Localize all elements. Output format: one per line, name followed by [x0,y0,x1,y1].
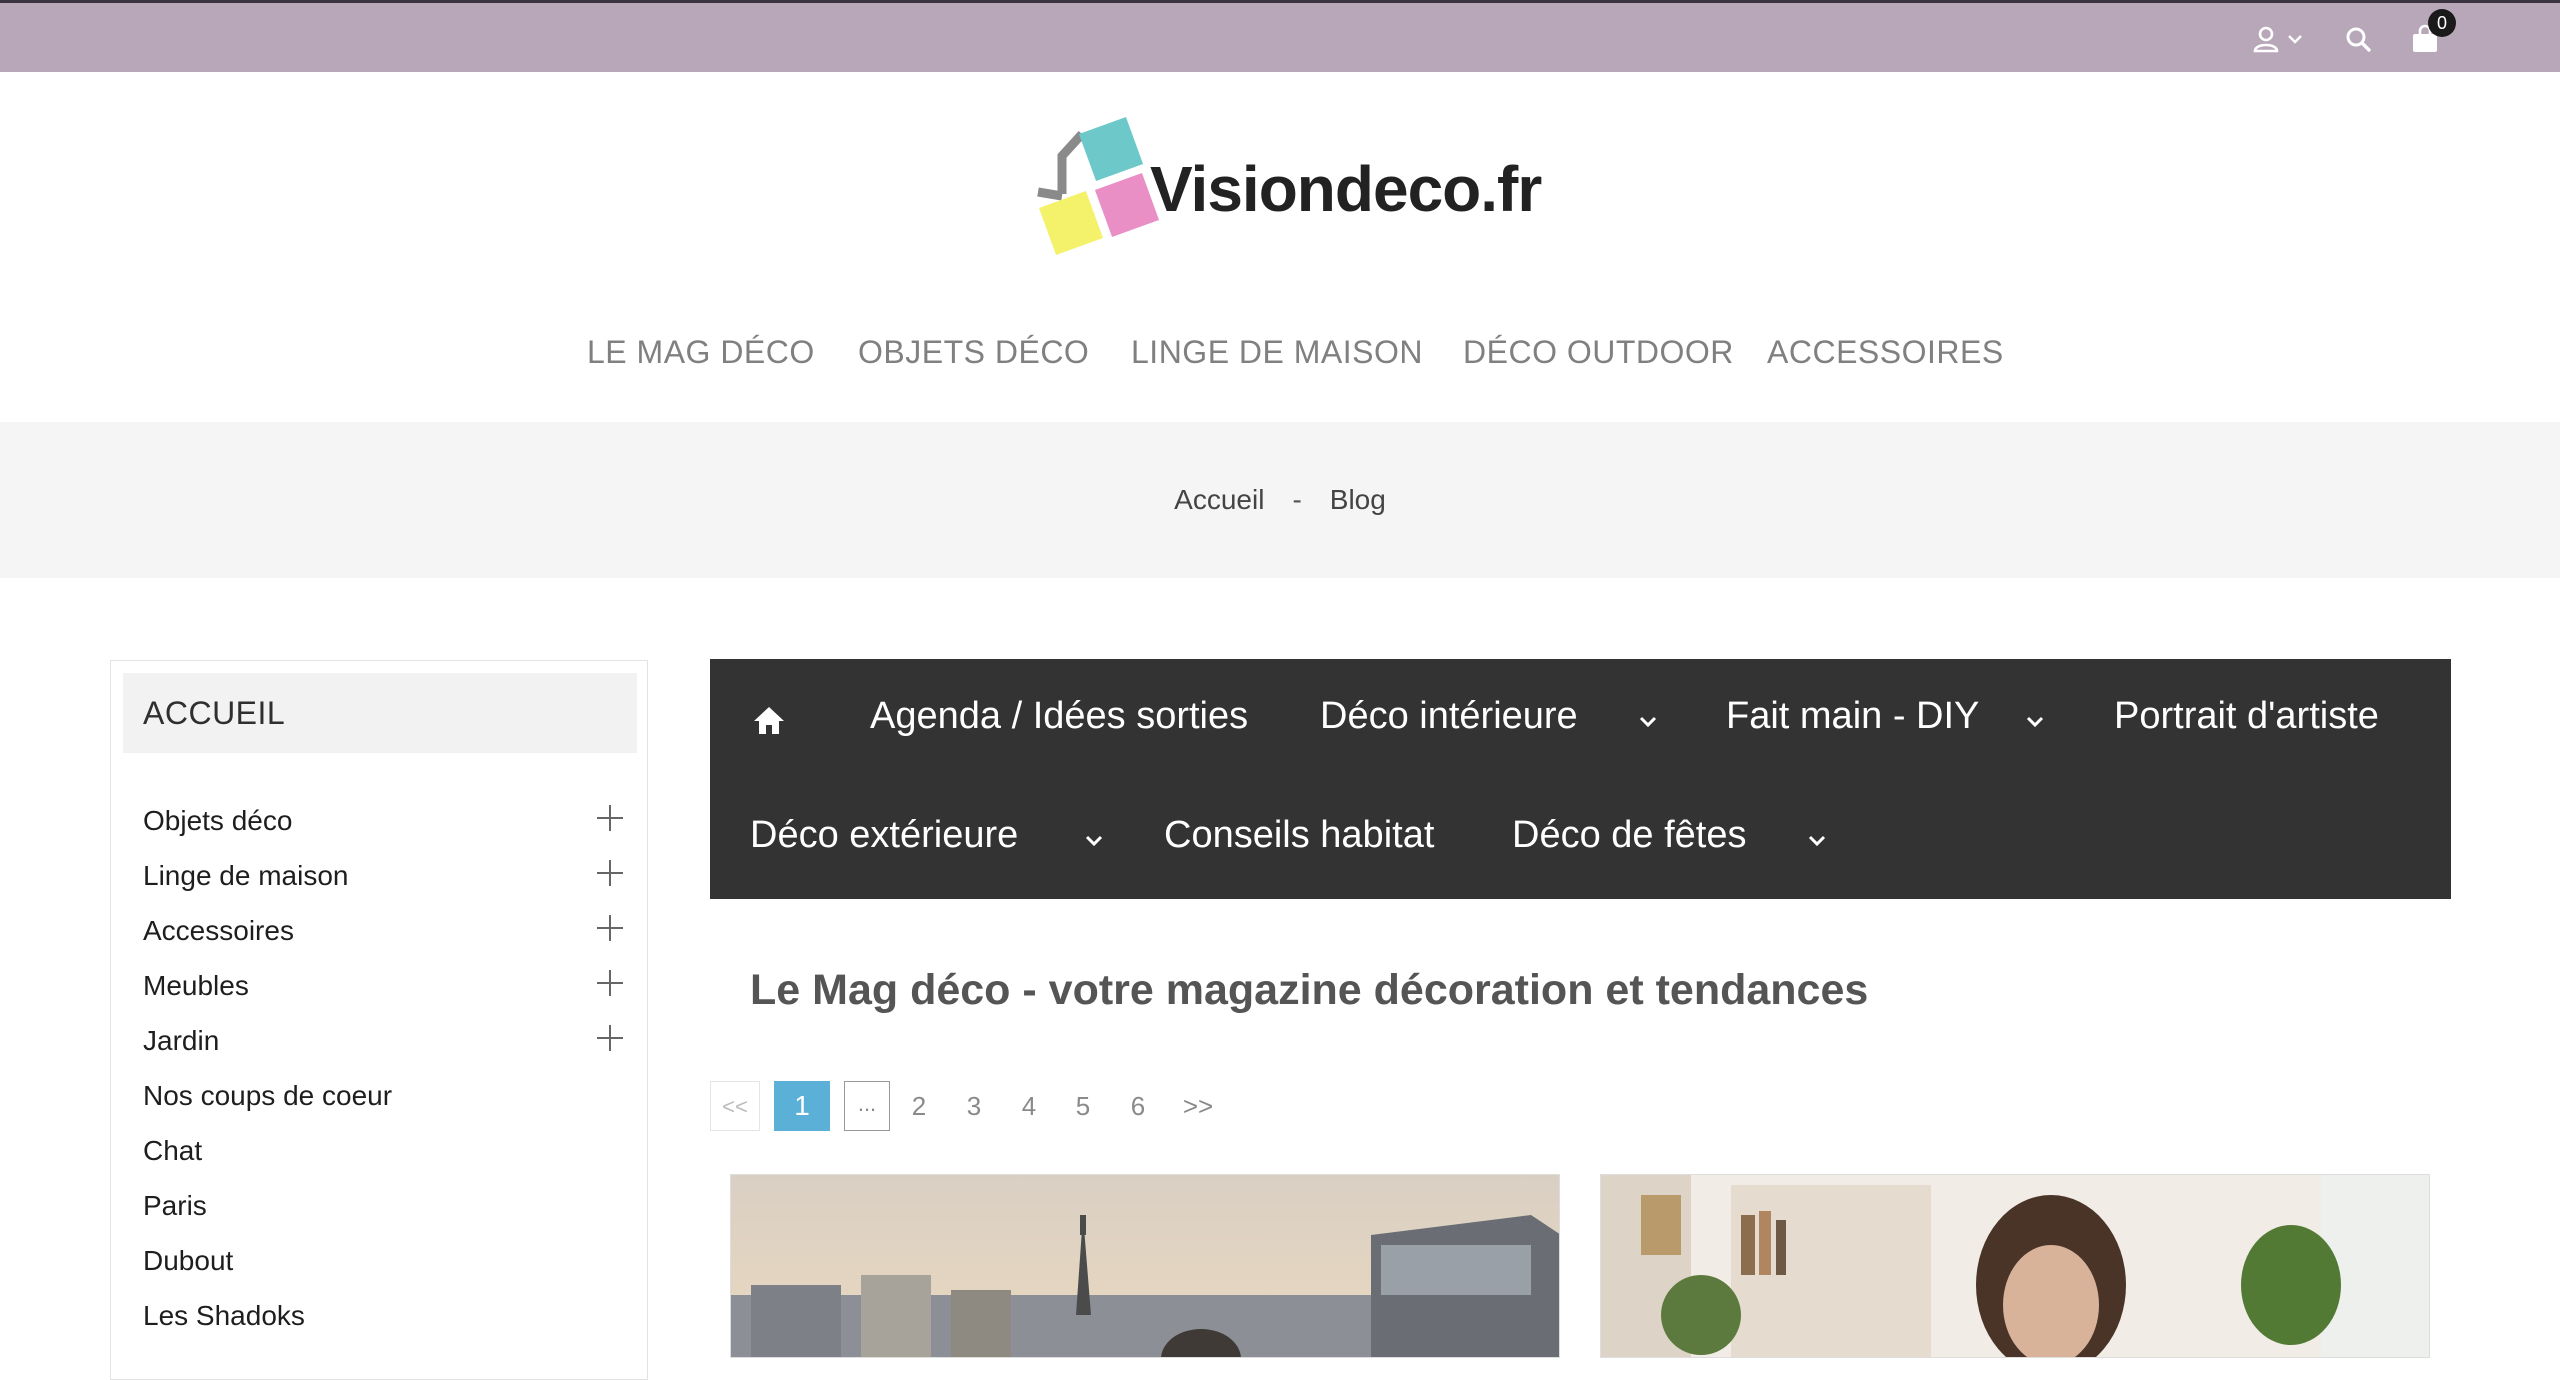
main-nav: LE MAG DÉCO OBJETS DÉCO LINGE DE MAISON … [0,334,2560,388]
nav-le-mag-deco[interactable]: LE MAG DÉCO [587,334,815,371]
sidebar-item-nos-coups-de-coeur[interactable]: Nos coups de coeur [143,1076,623,1116]
breadcrumb: Accueil - Blog [0,484,2560,516]
sidebar-item-linge-de-maison[interactable]: Linge de maison [143,856,623,896]
sidebar-item-les-shadoks[interactable]: Les Shadoks [143,1296,623,1336]
top-bar: 0 [0,0,2560,72]
chevron-down-icon[interactable] [1084,834,1104,848]
breadcrumb-band: Accueil - Blog [0,422,2560,578]
nav-deco-outdoor[interactable]: DÉCO OUTDOOR [1463,334,1734,371]
plus-icon[interactable] [597,1025,623,1051]
blog-nav-deco-exterieure[interactable]: Déco extérieure [750,814,1018,857]
category-sidebar: ACCUEIL Objets déco Linge de maison Acce… [110,660,648,1380]
sidebar-item-paris[interactable]: Paris [143,1186,623,1226]
blog-nav-conseils-habitat[interactable]: Conseils habitat [1164,814,1434,857]
page-link[interactable]: 6 [1123,1081,1153,1131]
plus-icon[interactable] [597,860,623,886]
sidebar-item-label: Nos coups de coeur [143,1080,393,1111]
sidebar-item-label: Jardin [143,1025,220,1056]
next-page-button[interactable]: >> [1178,1081,1218,1131]
blog-nav-deco-interieure[interactable]: Déco intérieure [1320,695,1578,738]
woman-crafting-photo [1601,1175,2429,1357]
article-card-image[interactable] [1600,1174,2430,1358]
sidebar-heading[interactable]: ACCUEIL [123,673,637,753]
sidebar-item-label: Linge de maison [143,860,349,891]
page-link[interactable]: 3 [959,1081,989,1131]
breadcrumb-separator: - [1292,484,1302,515]
page-link[interactable]: 2 [904,1081,934,1131]
sidebar-item-label: Accessoires [143,915,294,946]
sidebar-item-label: Objets déco [143,805,293,836]
page-ellipsis[interactable]: ... [844,1081,890,1131]
chevron-down-icon[interactable] [2025,715,2045,729]
sidebar-item-jardin[interactable]: Jardin [143,1021,623,1061]
logo-text[interactable]: Visiondeco.fr [1150,152,1542,226]
sidebar-item-chat[interactable]: Chat [143,1131,623,1171]
blog-nav-fait-main-diy[interactable]: Fait main - DIY [1726,695,1979,738]
sidebar-item-dubout[interactable]: Dubout [143,1241,623,1281]
sidebar-item-accessoires[interactable]: Accessoires [143,911,623,951]
breadcrumb-home[interactable]: Accueil [1174,484,1264,516]
blog-category-nav: Agenda / Idées sorties Déco intérieure F… [710,659,2451,899]
home-icon[interactable] [752,704,786,736]
sidebar-item-meubles[interactable]: Meubles [143,966,623,1006]
pagination: << 1 ... 2 3 4 5 6 >> [710,1081,1310,1131]
search-button[interactable] [2344,21,2372,57]
plus-icon[interactable] [597,915,623,941]
sidebar-item-label: Paris [143,1190,207,1221]
paris-rooftop-photo [731,1175,1559,1357]
page-link[interactable]: 5 [1068,1081,1098,1131]
chevron-down-icon [2288,35,2302,44]
plus-icon[interactable] [597,970,623,996]
chevron-down-icon[interactable] [1638,715,1658,729]
nav-accessoires[interactable]: ACCESSOIRES [1767,334,2004,371]
sidebar-item-label: Chat [143,1135,203,1166]
search-icon [2346,27,2371,52]
page-title: Le Mag déco - votre magazine décoration … [750,966,1869,1014]
page-current[interactable]: 1 [774,1081,830,1131]
sidebar-item-label: Meubles [143,970,249,1001]
page-link[interactable]: 4 [1014,1081,1044,1131]
blog-nav-portrait-artiste[interactable]: Portrait d'artiste [2114,695,2379,738]
prev-page-button[interactable]: << [710,1081,760,1131]
sidebar-item-label: Dubout [143,1245,234,1276]
cart-count-badge: 0 [2428,9,2456,37]
article-card-image[interactable] [730,1174,1560,1358]
nav-linge-de-maison[interactable]: LINGE DE MAISON [1131,334,1423,371]
account-menu[interactable] [2252,21,2304,57]
nav-objets-deco[interactable]: OBJETS DÉCO [858,334,1089,371]
blog-nav-agenda[interactable]: Agenda / Idées sorties [870,695,1248,738]
plus-icon[interactable] [597,805,623,831]
sidebar-heading-label: ACCUEIL [143,695,286,731]
user-icon [2253,26,2279,53]
blog-nav-deco-de-fetes[interactable]: Déco de fêtes [1512,814,1746,857]
chevron-down-icon[interactable] [1807,834,1827,848]
sidebar-item-label: Les Shadoks [143,1300,305,1331]
sidebar-item-objets-deco[interactable]: Objets déco [143,801,623,841]
breadcrumb-current[interactable]: Blog [1330,484,1386,516]
